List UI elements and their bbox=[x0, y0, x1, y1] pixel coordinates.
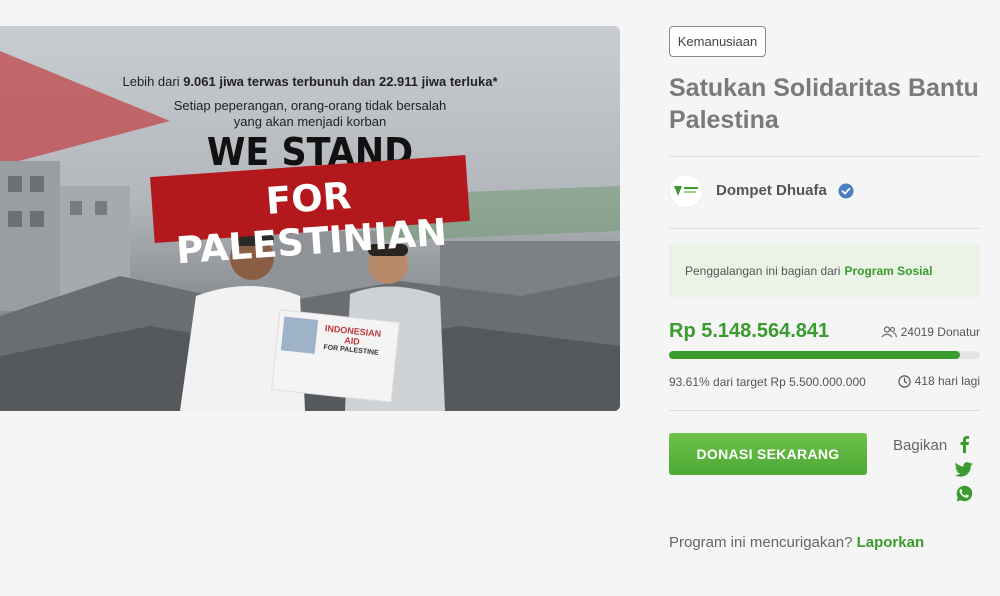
facebook-share-icon[interactable] bbox=[955, 435, 973, 453]
progress-bar-fill bbox=[669, 351, 961, 359]
banner-stat-line: Lebih dari 9.061 jiwa terwas terbunuh da… bbox=[122, 74, 498, 89]
days-remaining: 418 hari lagi bbox=[897, 374, 980, 388]
report-link[interactable]: Laporkan bbox=[857, 534, 925, 551]
share-label: Bagikan bbox=[893, 437, 948, 454]
banner-subtitle-line1: Setiap peperangan, orang-orang tidak ber… bbox=[173, 98, 447, 113]
clock-icon bbox=[897, 374, 911, 388]
organizer-name[interactable]: Dompet Dhuafa bbox=[716, 182, 827, 199]
campaign-banner-image: Lebih dari 9.061 jiwa terwas terbunuh da… bbox=[0, 26, 620, 411]
progress-bar bbox=[669, 351, 980, 359]
twitter-share-icon[interactable] bbox=[955, 460, 973, 478]
days-remaining-text: 418 hari lagi bbox=[914, 374, 980, 388]
report-prompt-text: Program ini mencurigakan? bbox=[669, 534, 853, 551]
program-info-text: Penggalangan ini bagian dari bbox=[685, 263, 841, 278]
campaign-title: Satukan Solidaritas Bantu Palestina bbox=[669, 74, 979, 134]
program-info-box: Penggalangan ini bagian dari Program Sos… bbox=[669, 244, 980, 297]
divider bbox=[669, 156, 980, 157]
divider bbox=[669, 410, 980, 411]
divider bbox=[669, 228, 980, 229]
donor-count-text: 24019 Donatur bbox=[900, 325, 980, 339]
dompet-dhuafa-logo-icon bbox=[674, 186, 698, 196]
verified-badge-icon bbox=[838, 183, 854, 199]
whatsapp-share-icon[interactable] bbox=[955, 484, 973, 502]
program-link[interactable]: Program Sosial bbox=[844, 264, 932, 278]
donate-now-button[interactable]: DONASI SEKARANG bbox=[669, 433, 867, 475]
amount-raised: Rp 5.148.564.841 bbox=[669, 320, 830, 342]
banner-subtitle-line2: yang akan menjadi korban bbox=[233, 114, 387, 129]
donor-count: 24019 Donatur bbox=[881, 325, 980, 339]
organizer-avatar[interactable] bbox=[669, 174, 703, 208]
report-prompt: Program ini mencurigakan? Laporkan bbox=[669, 534, 924, 551]
category-tag[interactable]: Kemanusiaan bbox=[669, 26, 766, 57]
progress-target-text: 93.61% dari target Rp 5.500.000.000 bbox=[669, 375, 866, 389]
users-icon bbox=[881, 326, 897, 338]
